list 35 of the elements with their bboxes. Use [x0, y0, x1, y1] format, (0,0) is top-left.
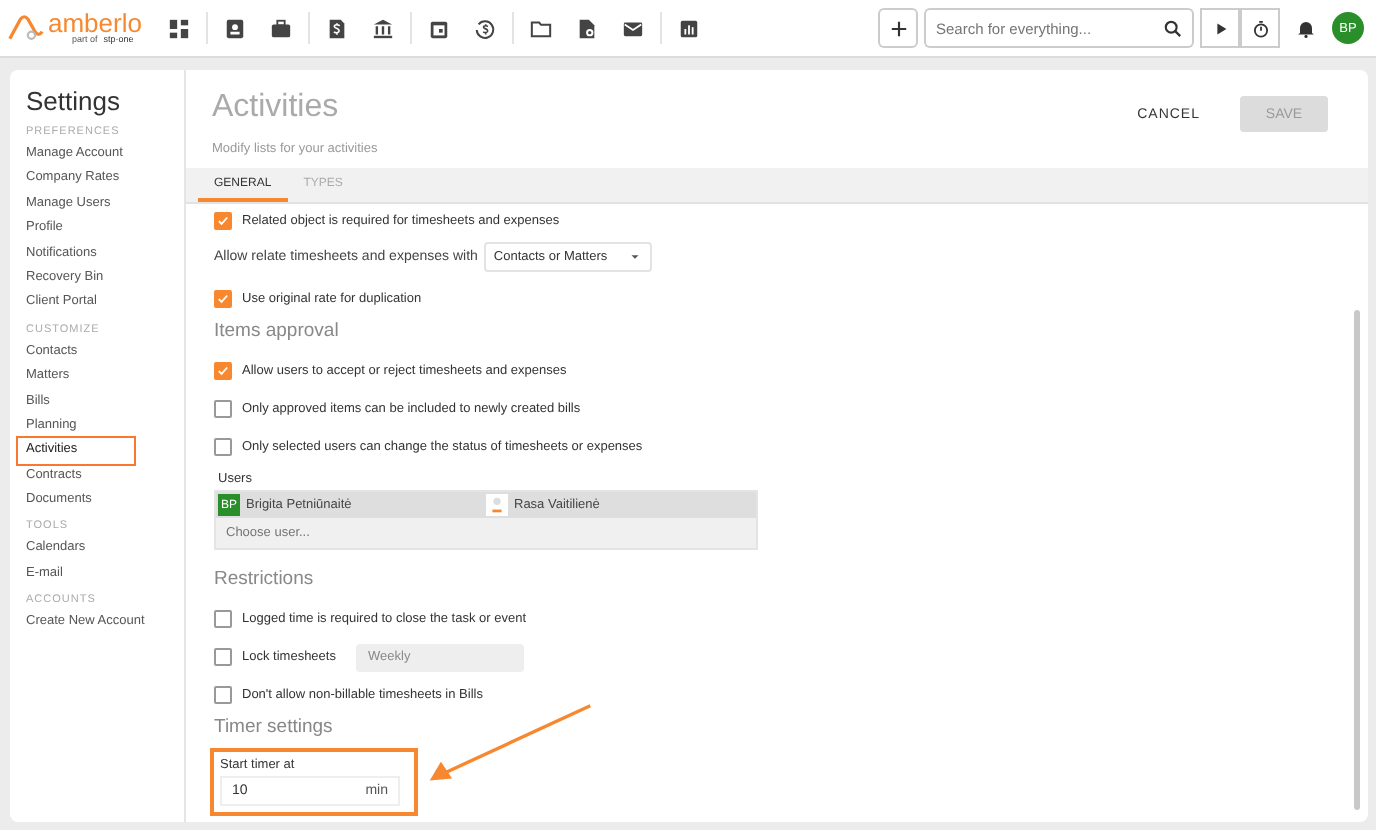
checkbox[interactable]	[214, 438, 232, 456]
stopwatch-icon	[1251, 19, 1269, 37]
section-heading: Items approval	[214, 320, 341, 342]
briefcase-icon[interactable]	[270, 17, 292, 39]
logo-icon	[8, 14, 44, 42]
contact-card-icon[interactable]	[224, 17, 246, 39]
report-chart-icon[interactable]	[678, 17, 700, 39]
dollar-document-icon[interactable]	[326, 17, 348, 39]
checkbox[interactable]	[214, 686, 232, 704]
play-button[interactable]	[1200, 8, 1240, 48]
checkbox[interactable]	[214, 400, 232, 418]
folder-icon[interactable]	[530, 17, 552, 39]
calendar-icon[interactable]	[428, 17, 450, 39]
scrollbar[interactable]	[1354, 310, 1360, 810]
add-button[interactable]	[878, 8, 918, 48]
stopwatch-button[interactable]	[1240, 8, 1280, 48]
page-title: Activities	[212, 90, 341, 126]
dashboard-icon[interactable]	[168, 17, 190, 39]
document-gear-icon[interactable]	[576, 17, 598, 39]
bell-icon[interactable]	[1296, 18, 1316, 38]
history-icon[interactable]	[474, 17, 496, 39]
section-heading: Timer settings	[214, 716, 335, 738]
plus-icon	[889, 19, 907, 37]
envelope-icon[interactable]	[622, 17, 644, 39]
section-heading: Restrictions	[214, 568, 316, 590]
checkbox[interactable]	[214, 648, 232, 666]
checkbox[interactable]	[214, 362, 232, 380]
checkbox[interactable]	[214, 290, 232, 308]
checkbox[interactable]	[214, 610, 232, 628]
caret-icon	[627, 249, 642, 263]
checkbox[interactable]	[214, 211, 232, 229]
logo-text: amberlo	[48, 10, 142, 37]
play-icon	[1211, 19, 1229, 37]
sidebar-title: Settings	[26, 86, 122, 116]
bank-icon[interactable]	[372, 17, 394, 39]
